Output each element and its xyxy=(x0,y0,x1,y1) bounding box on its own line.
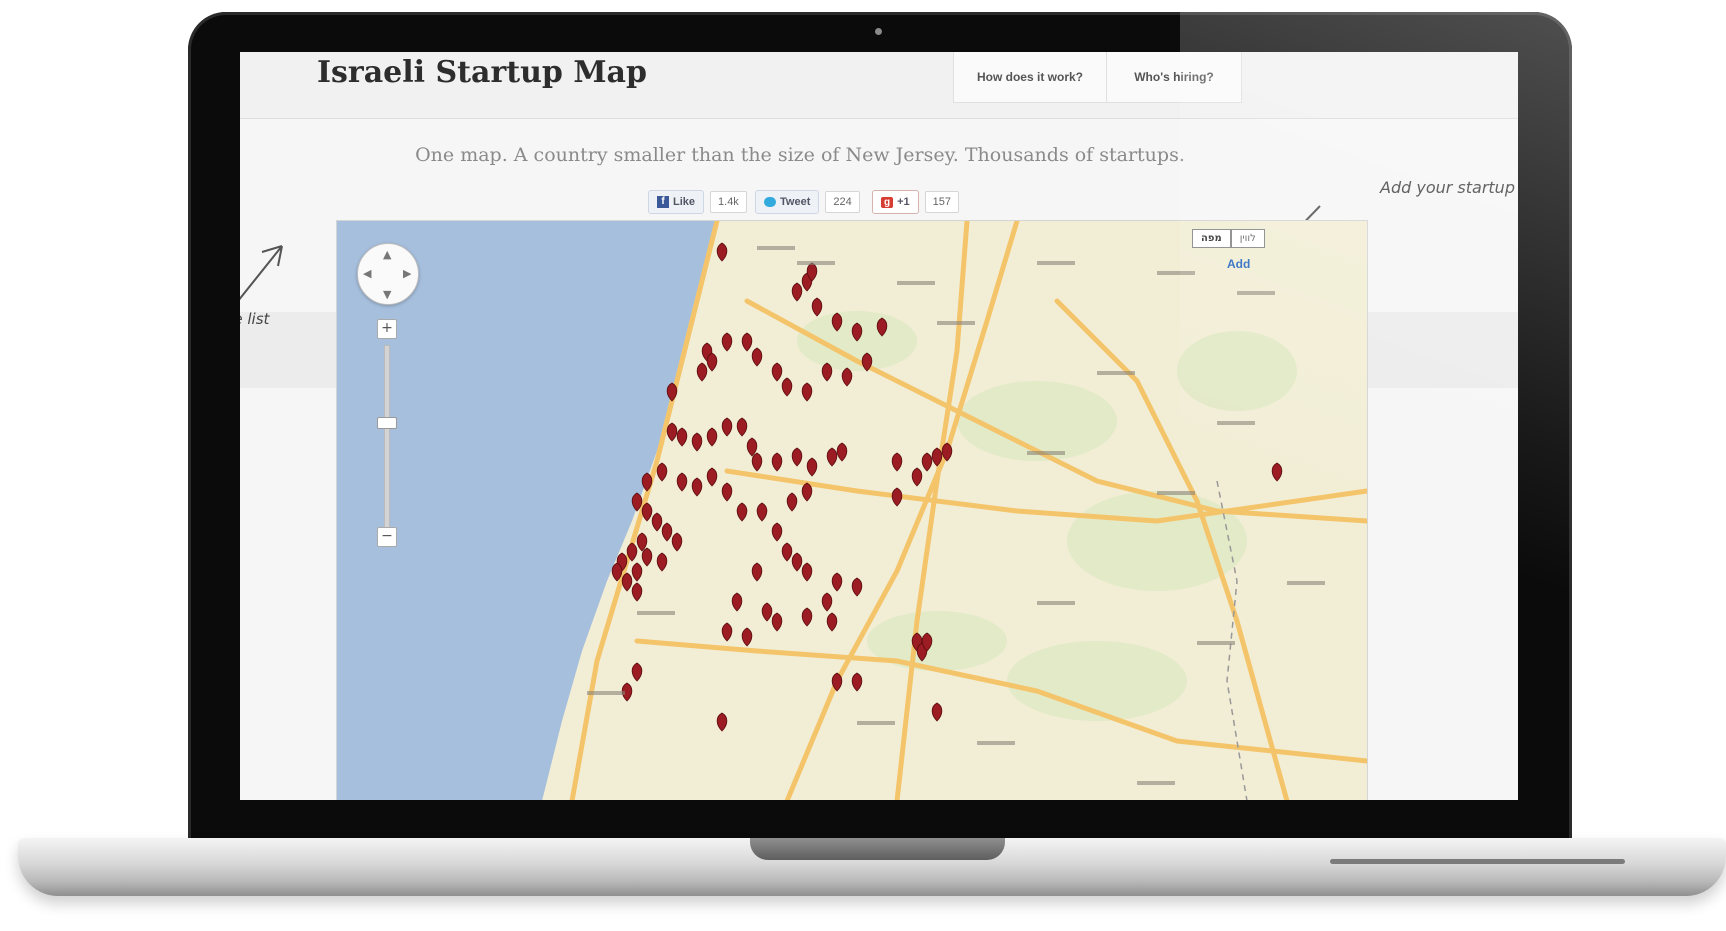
zoom-out-button[interactable]: − xyxy=(377,527,397,547)
nav-whos-hiring-label: Who's hiring? xyxy=(1134,70,1214,84)
pan-up-icon[interactable]: ▲ xyxy=(383,248,391,261)
town-label-0 xyxy=(757,246,795,250)
town-label-12 xyxy=(1037,601,1075,605)
town-label-14 xyxy=(977,741,1015,745)
town-label-8 xyxy=(1217,421,1255,425)
site-title[interactable]: Israeli Startup Map xyxy=(317,55,647,90)
facebook-like-button[interactable]: f Like xyxy=(648,190,705,214)
nav-whos-hiring[interactable]: Who's hiring? xyxy=(1106,52,1242,103)
google-plus-label: +1 xyxy=(897,196,910,208)
town-label-17 xyxy=(637,611,675,615)
map-type-satellite-button[interactable]: לווין xyxy=(1230,229,1265,248)
nav-how-it-works[interactable]: How does it work? xyxy=(953,52,1107,103)
town-label-5 xyxy=(1237,291,1275,295)
town-label-18 xyxy=(587,691,625,695)
add-startup-annotation: Add your startup xyxy=(1380,178,1515,197)
add-startup-link[interactable]: Add xyxy=(1227,257,1250,271)
town-label-15 xyxy=(1137,781,1175,785)
pan-right-icon[interactable]: ▶ xyxy=(403,267,411,280)
pan-down-icon[interactable]: ▼ xyxy=(383,288,391,301)
startup-map[interactable]: ▲ ▼ ◀ ▶ + − מפה לווין Add xyxy=(336,220,1368,800)
facebook-like-label: Like xyxy=(673,196,696,208)
google-plus-widget[interactable]: g +1 157 xyxy=(872,190,960,214)
town-label-7 xyxy=(1097,371,1135,375)
zoom-in-button[interactable]: + xyxy=(377,319,397,339)
twitter-icon xyxy=(764,197,776,207)
map-canvas[interactable] xyxy=(337,221,1367,800)
park-area-5 xyxy=(1007,641,1187,721)
town-label-4 xyxy=(1157,271,1195,275)
tweet-button[interactable]: Tweet xyxy=(755,190,820,214)
tweet-widget[interactable]: Tweet 224 xyxy=(755,190,860,214)
tweet-label: Tweet xyxy=(780,196,811,208)
zoom-slider-track[interactable] xyxy=(384,345,390,537)
town-label-16 xyxy=(857,721,895,725)
pan-control[interactable]: ▲ ▼ ◀ ▶ xyxy=(357,243,419,305)
town-label-10 xyxy=(1157,491,1195,495)
town-label-9 xyxy=(1027,451,1065,455)
site-header: Israeli Startup Map How does it work? Wh… xyxy=(240,52,1518,119)
map-type-control[interactable]: מפה לווין xyxy=(1192,229,1265,248)
webcam xyxy=(875,28,882,35)
google-plus-icon: g xyxy=(881,196,894,208)
map-type-map-button[interactable]: מפה xyxy=(1192,229,1231,248)
list-arrow-icon xyxy=(240,245,283,301)
town-label-1 xyxy=(797,261,835,265)
laptop-hinge-notch xyxy=(750,838,1005,860)
town-label-6 xyxy=(937,321,975,325)
facebook-like-widget[interactable]: f Like 1.4k xyxy=(648,190,747,214)
town-label-11 xyxy=(1287,581,1325,585)
nav-how-it-works-label: How does it work? xyxy=(976,70,1083,84)
pan-left-icon[interactable]: ◀ xyxy=(363,267,371,280)
google-plus-button[interactable]: g +1 xyxy=(872,190,919,214)
town-label-13 xyxy=(1197,641,1235,645)
town-label-3 xyxy=(1037,261,1075,265)
laptop-base-groove xyxy=(1330,859,1625,864)
park-area-4 xyxy=(1177,331,1297,411)
tagline: One map. A country smaller than the size… xyxy=(415,144,1185,166)
zoom-slider-thumb[interactable] xyxy=(377,417,397,429)
town-label-2 xyxy=(897,281,935,285)
google-plus-count: 157 xyxy=(924,191,960,213)
tweet-count: 224 xyxy=(825,191,860,213)
facebook-like-count: 1.4k xyxy=(710,191,747,213)
browser-viewport: Israeli Startup Map How does it work? Wh… xyxy=(240,52,1518,800)
facebook-icon: f xyxy=(657,196,669,208)
